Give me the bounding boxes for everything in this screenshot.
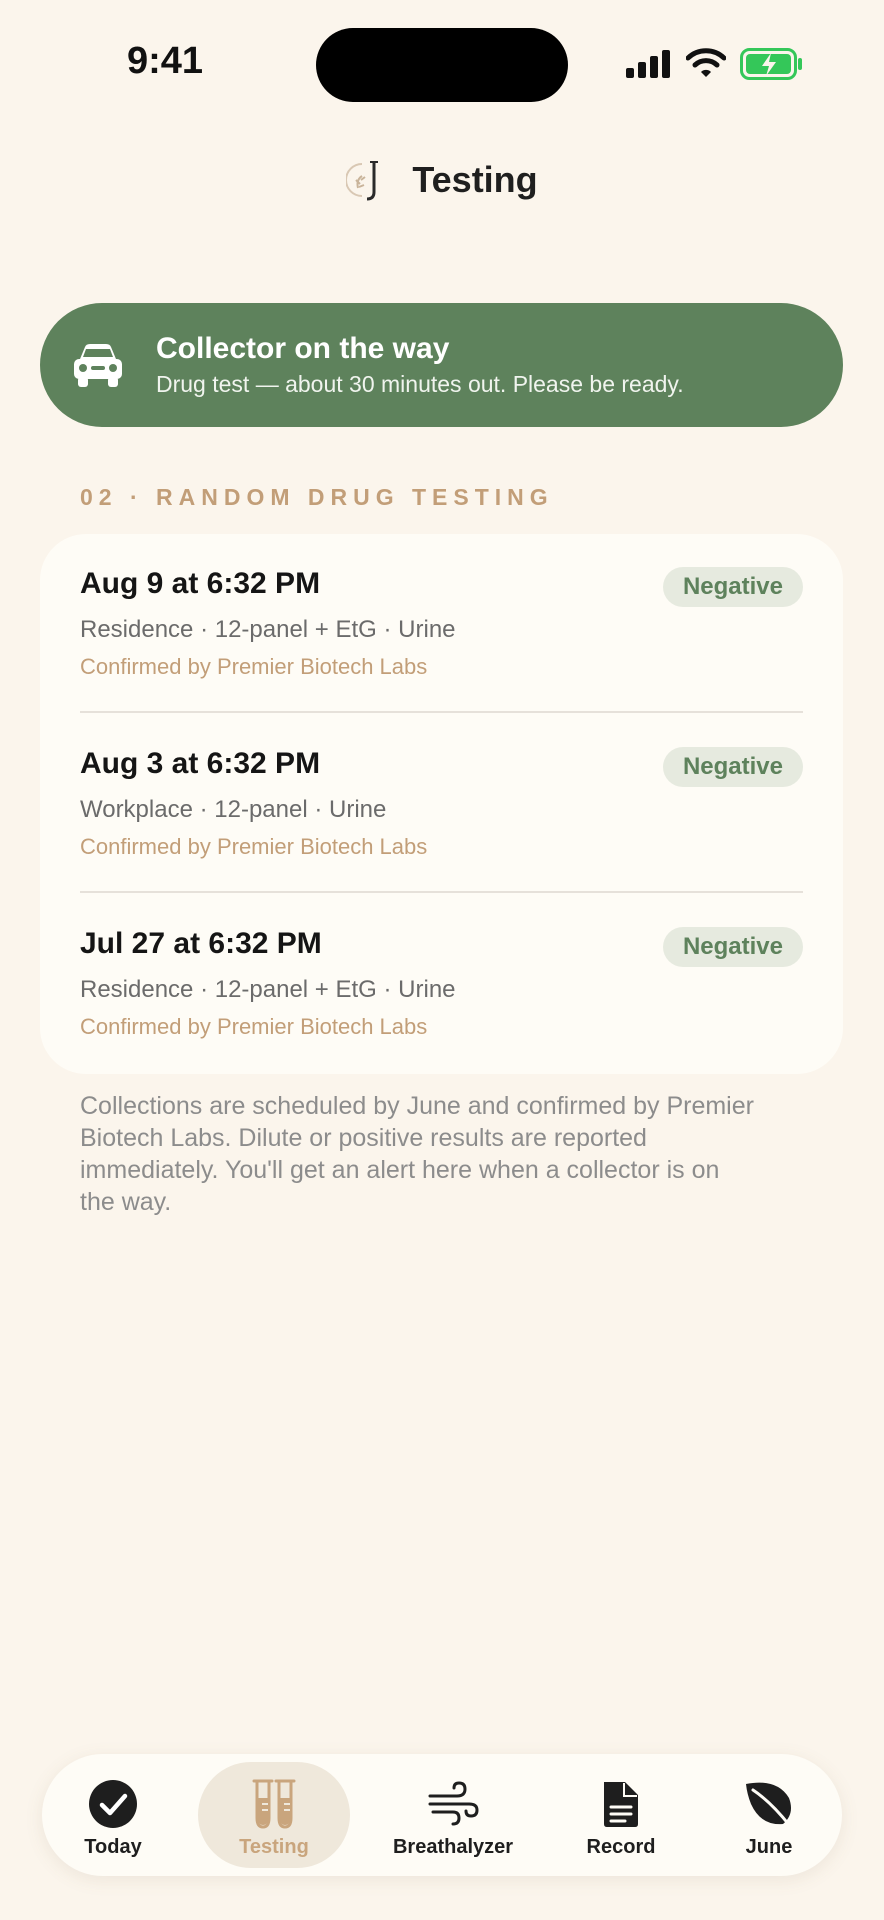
test-detail: Workplace · 12-panel · Urine bbox=[80, 796, 387, 823]
section-label: 02 · RANDOM DRUG TESTING bbox=[80, 484, 554, 510]
tab-record[interactable]: Record bbox=[558, 1762, 684, 1868]
test-entry[interactable]: Aug 9 at 6:32 PM Negative Residence · 12… bbox=[80, 534, 803, 714]
status-time: 9:41 bbox=[126, 40, 204, 82]
test-date: Aug 9 at 6:32 PM bbox=[80, 567, 321, 600]
tab-today[interactable]: Today bbox=[52, 1762, 174, 1868]
result-badge: Negative bbox=[662, 747, 803, 787]
wifi-icon bbox=[686, 48, 726, 77]
car-icon bbox=[74, 344, 122, 387]
test-detail: Residence · 12-panel + EtG · Urine bbox=[80, 616, 456, 643]
lab-confirmation: Confirmed by Premier Biotech Labs bbox=[80, 654, 428, 679]
test-entry[interactable]: Aug 3 at 6:32 PM Negative Workplace · 12… bbox=[80, 714, 803, 894]
test-tubes-icon bbox=[252, 1779, 296, 1829]
page-title: Testing bbox=[412, 159, 538, 200]
document-icon bbox=[604, 1782, 638, 1827]
tab-label: Today bbox=[84, 1836, 142, 1858]
result-badge: Negative bbox=[662, 567, 803, 607]
testing-footnote: Collections are scheduled by June and co… bbox=[80, 1092, 754, 1216]
banner-text: Collector on the way Drug test — about 3… bbox=[156, 331, 684, 399]
tab-label: Record bbox=[586, 1836, 656, 1858]
test-results-card: Aug 9 at 6:32 PM Negative Residence · 12… bbox=[40, 534, 843, 1074]
lab-confirmation: Confirmed by Premier Biotech Labs bbox=[80, 834, 428, 859]
collector-alert-banner[interactable]: Collector on the way Drug test — about 3… bbox=[40, 303, 843, 427]
test-date: Aug 3 at 6:32 PM bbox=[80, 747, 321, 780]
status-bar: 9:41 bbox=[0, 0, 884, 130]
divider bbox=[80, 711, 803, 713]
tab-label: Breathalyzer bbox=[392, 1836, 514, 1858]
wind-icon bbox=[428, 1781, 479, 1826]
checkmark-circle-icon bbox=[89, 1780, 137, 1828]
tab-bar: Today Testing Breathalyzer Record June bbox=[42, 1754, 842, 1876]
banner-subtitle: Drug test — about 30 minutes out. Please… bbox=[156, 371, 684, 397]
leaf-icon bbox=[746, 1782, 792, 1828]
app-logo-icon bbox=[346, 161, 379, 201]
battery-charging-icon bbox=[740, 48, 802, 80]
tab-label: Testing bbox=[239, 1836, 309, 1858]
test-date: Jul 27 at 6:32 PM bbox=[80, 927, 322, 960]
result-badge: Negative bbox=[662, 927, 803, 967]
test-detail: Residence · 12-panel + EtG · Urine bbox=[80, 976, 456, 1003]
cellular-signal-icon bbox=[626, 50, 670, 78]
test-entry[interactable]: Jul 27 at 6:32 PM Negative Residence · 1… bbox=[80, 894, 803, 1074]
dynamic-island bbox=[316, 28, 568, 102]
tab-label: June bbox=[745, 1836, 793, 1858]
app-header: Testing bbox=[0, 148, 884, 212]
tab-testing[interactable]: Testing bbox=[198, 1762, 350, 1868]
lab-confirmation: Confirmed by Premier Biotech Labs bbox=[80, 1014, 428, 1039]
tab-june[interactable]: June bbox=[708, 1762, 830, 1868]
tab-breathalyzer[interactable]: Breathalyzer bbox=[368, 1762, 538, 1868]
banner-title: Collector on the way bbox=[156, 332, 450, 365]
divider bbox=[80, 891, 803, 893]
